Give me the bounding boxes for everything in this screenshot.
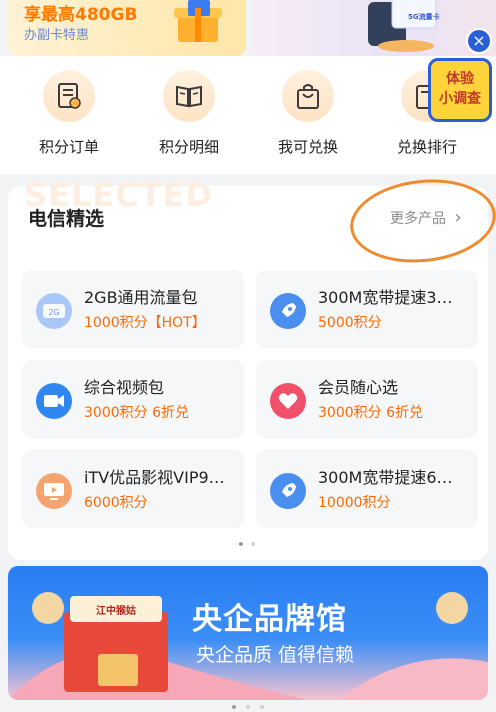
svg-text:2G: 2G (48, 308, 59, 317)
shortcut-points-orders[interactable]: 积分订单 (19, 70, 119, 157)
section-title: 电信精选 (28, 208, 105, 230)
close-icon[interactable]: × (466, 28, 492, 54)
tv-icon (36, 473, 72, 509)
shortcut-label: 积分订单 (38, 138, 99, 156)
promo-banner-secondary-card[interactable]: 享最高480GB 办副卡特惠 (8, 0, 246, 56)
shortcut-label: 积分明细 (158, 138, 219, 156)
product-tile[interactable]: 2G 2GB通用流量包 1000积分【HOT】 (22, 270, 244, 348)
page-indicator-dot (239, 542, 243, 546)
shortcut-label: 我可兑换 (277, 138, 338, 156)
phone-sim-icon (368, 0, 437, 52)
product-price: 1000积分【HOT】 (84, 315, 206, 331)
banner-indicator-dot (260, 705, 264, 709)
promo-banner-5g-card[interactable]: 5G流量卡 (252, 0, 496, 56)
gift-box-icon (174, 0, 222, 42)
banner-subtitle: 央企品质 值得信赖 (196, 644, 355, 666)
product-name: 2GB通用流量包 (84, 288, 198, 307)
product-tile[interactable]: 会员随心选 3000积分 6折兑 (256, 360, 478, 438)
product-tile[interactable]: 综合视频包 3000积分 6折兑 (22, 360, 244, 438)
banner-indicator-dot (246, 705, 250, 709)
product-tile[interactable]: iTV优品影视VIP9… 6000积分 (22, 450, 244, 528)
product-name: 会员随心选 (318, 378, 399, 397)
heart-badge-icon (270, 383, 306, 419)
product-price: 6000积分 (84, 495, 148, 511)
product-price: 5000积分 (318, 315, 382, 331)
promo-subtitle: 办副卡特惠 (24, 28, 90, 43)
product-tile[interactable]: 300M宽带提速6… 10000积分 (256, 450, 478, 528)
product-price: 3000积分 6折兑 (84, 405, 189, 421)
shortcut-icon-bg (282, 70, 334, 122)
shortcut-points-detail[interactable]: 积分明细 (139, 70, 239, 157)
product-price: 3000积分 6折兑 (318, 405, 423, 421)
promo-title: 享最高480GB (24, 5, 138, 25)
shortcut-card: 积分订单 积分明细 我可兑换 兑换排行 (0, 56, 496, 174)
page-indicator-dot (251, 542, 255, 546)
open-book-icon (176, 85, 202, 108)
product-tile[interactable]: 300M宽带提速3… 5000积分 (256, 270, 478, 348)
product-name: 300M宽带提速6… (318, 468, 453, 487)
order-list-icon (58, 83, 81, 109)
survey-line2: 小调查 (439, 91, 481, 107)
product-price: 10000积分 (318, 495, 391, 511)
sim-card-text: 5G流量卡 (408, 13, 440, 21)
rocket-icon (270, 473, 306, 509)
banner-indicator-dot (232, 705, 236, 709)
product-name: 综合视频包 (84, 378, 165, 397)
shortcut-label: 兑换排行 (396, 138, 457, 156)
product-name: 300M宽带提速3… (318, 288, 453, 307)
product-name: iTV优品影视VIP9… (84, 468, 225, 487)
shortcut-icon-bg (163, 70, 215, 122)
shortcut-icon-bg (43, 70, 95, 122)
shortcut-redeemable[interactable]: 我可兑换 (258, 70, 358, 157)
shopping-bag-icon (297, 84, 319, 109)
soe-brand-banner[interactable]: 江中猴姑 央企品牌馆 央企品质 值得信赖 (8, 566, 488, 700)
banner-title: 央企品牌馆 (192, 602, 347, 637)
promo-row: 享最高480GB 办副卡特惠 5G流量卡 (0, 0, 496, 60)
survey-line1: 体验 (446, 71, 474, 87)
product-box-label: 江中猴姑 (96, 606, 136, 617)
data-package-icon: 2G (36, 293, 72, 329)
survey-badge[interactable]: 体验 小调查 (428, 58, 492, 122)
video-camera-icon (36, 383, 72, 419)
rocket-icon (270, 293, 306, 329)
